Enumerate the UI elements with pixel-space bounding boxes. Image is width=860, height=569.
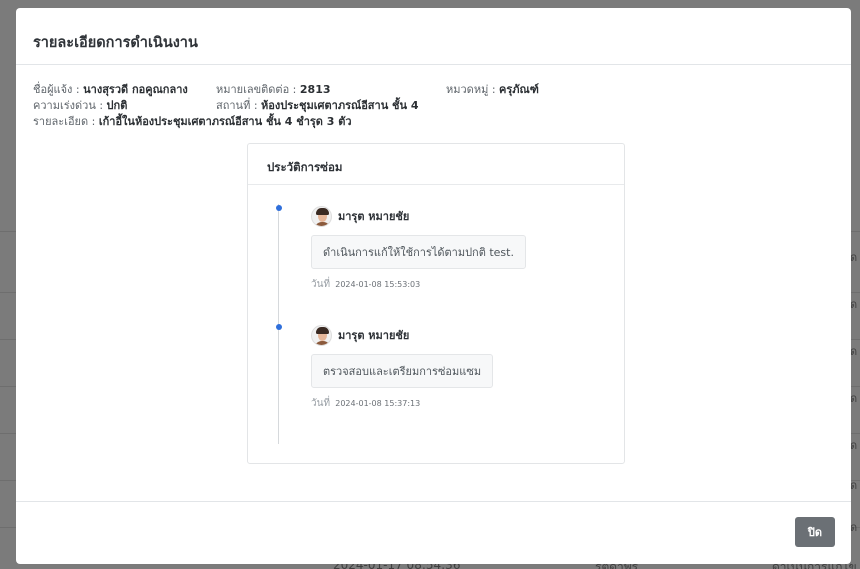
location-label: สถานที่ : [216, 99, 258, 112]
category-field: หมวดหมู่ : ครุภัณฑ์ [446, 80, 539, 98]
bg-table-cell: ด [850, 392, 858, 405]
close-button[interactable]: ปิด [795, 517, 835, 547]
date-label: วันที่ [311, 398, 331, 409]
detail-field: รายละเอียด : เก้าอี้ในห้องประชุมเศตาภรณ์… [33, 112, 352, 130]
repair-history-title: ประวัติการซ่อม [267, 160, 343, 174]
category-value: ครุภัณฑ์ [499, 83, 539, 96]
timeline-dot [276, 205, 282, 211]
bg-table-cell: ด [850, 298, 858, 311]
reporter-label: ชื่อผู้แจ้ง : [33, 83, 80, 96]
timeline-dot [276, 324, 282, 330]
bg-table-cell: ด [850, 345, 858, 358]
contact-value: 2813 [299, 83, 331, 96]
timeline-user: มารุต หมายชัย [311, 205, 526, 227]
timeline-message: ดำเนินการแก้ให้ใช้การได้ตามปกติ test. [311, 235, 526, 269]
timestamp: 2024-01-08 15:37:13 [335, 399, 421, 408]
modal-title: รายละเอียดการดำเนินงาน [33, 35, 198, 51]
detail-label: รายละเอียด : [33, 115, 96, 128]
timeline-message: ตรวจสอบและเตรียมการซ่อมแซม [311, 354, 494, 388]
timeline-item: มารุต หมายชัย ตรวจสอบและเตรียมการซ่อมแซม… [311, 324, 494, 411]
timeline-user: มารุต หมายชัย [311, 324, 493, 346]
contact-label: หมายเลขติดต่อ : [216, 83, 297, 96]
avatar [311, 205, 332, 227]
modal-header: รายละเอียดการดำเนินงาน [16, 8, 851, 65]
timeline-date: วันที่ 2024-01-08 15:37:13 [311, 396, 493, 411]
avatar [311, 324, 332, 346]
timeline-user-name: มารุต หมายชัย [338, 329, 410, 342]
modal-footer: ปิด [16, 501, 851, 564]
repair-history-card: ประวัติการซ่อม มารุต หมายชัย ดำเนินการแก… [247, 143, 625, 464]
bg-table-cell: ด [850, 439, 858, 452]
urgency-value: ปกติ [106, 99, 128, 112]
timestamp: 2024-01-08 15:53:03 [335, 280, 421, 289]
category-label: หมวดหมู่ : [446, 83, 496, 96]
timeline-date: วันที่ 2024-01-08 15:53:03 [311, 277, 526, 292]
detail-value: เก้าอี้ในห้องประชุมเศตาภรณ์อีสาน ชั้น 4 … [98, 115, 352, 128]
bg-table-cell: ด [850, 479, 858, 492]
location-value: ห้องประชุมเศตาภรณ์อีสาน ชั้น 4 [261, 99, 419, 112]
card-header: ประวัติการซ่อม [248, 144, 624, 185]
bg-table-cell: ด [850, 521, 858, 534]
timeline-user-name: มารุต หมายชัย [338, 210, 410, 223]
timeline-item: มารุต หมายชัย ดำเนินการแก้ให้ใช้การได้ตา… [311, 205, 526, 292]
reporter-value: นางสุรวดี กอคูณกลาง [83, 83, 188, 96]
bg-table-cell: ด [850, 251, 858, 264]
detail-modal: รายละเอียดการดำเนินงาน ชื่อผู้แจ้ง : นาง… [16, 8, 851, 564]
urgency-label: ความเร่งด่วน : [33, 99, 104, 112]
date-label: วันที่ [311, 279, 331, 290]
